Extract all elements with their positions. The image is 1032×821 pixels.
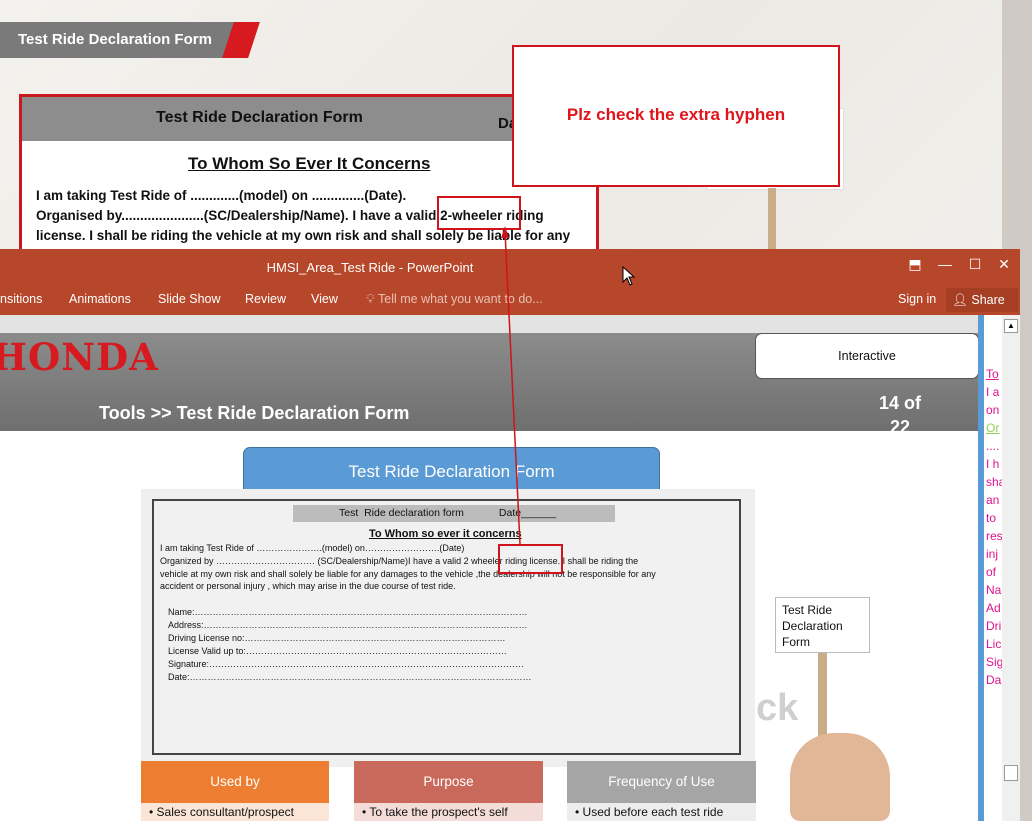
form-field-license: Driving License no:…………………………………………………………	[168, 633, 506, 643]
notes-line: Da	[986, 673, 1002, 687]
page-indicator: 14 of 22	[860, 391, 940, 439]
bg-form-line: I am taking Test Ride of .............(m…	[36, 188, 407, 203]
page-of: of	[904, 393, 922, 413]
purpose-body: • To take the prospect's self	[354, 803, 543, 821]
form-field-address: Address:………………………………………………………………………………………	[168, 620, 528, 630]
scroll-up-icon[interactable]: ▲	[1004, 319, 1018, 333]
notes-line: Lic	[986, 637, 1002, 651]
notes-line: an	[986, 493, 1000, 507]
ribbon-display-options-icon[interactable]: ⬒	[900, 249, 930, 279]
form-image-line: accident or personal injury , which may …	[160, 581, 456, 591]
form-field-date: Date:………………………………………………………………………………………………	[168, 672, 532, 682]
slide[interactable]: HONDA Tools >> Test Ride Declaration For…	[0, 333, 979, 821]
form-image: Test Ride declaration form Date______ To…	[152, 499, 741, 755]
maximize-icon[interactable]: ☐	[960, 249, 990, 279]
tab-review[interactable]: Review	[245, 292, 286, 306]
bg-form-line: license. I shall be riding the vehicle a…	[36, 228, 571, 243]
scroll-thumb[interactable]	[1004, 765, 1018, 781]
ribbon-tabs: nsitions Animations Slide Show Review Vi…	[0, 287, 1020, 315]
notes-line: Ad	[986, 601, 1001, 615]
bg-form-title: Test Ride Declaration Form	[156, 109, 363, 126]
mouse-cursor-icon	[622, 266, 636, 286]
notes-line: inj	[986, 547, 999, 561]
notes-scrollbar[interactable]: ▲	[1002, 315, 1020, 821]
form-field-name: Name:………………………………………………………………………………………………	[168, 607, 528, 617]
notes-line: Or	[986, 421, 1000, 435]
review-callout: Plz check the extra hyphen	[512, 45, 840, 187]
bg-title-text: Test Ride Declaration Form	[18, 31, 212, 48]
honda-logo: HONDA	[0, 335, 159, 379]
sign-in-link[interactable]: Sign in	[898, 292, 936, 306]
tell-me-search[interactable]: 💡︎ Tell me what you want to do...	[366, 292, 543, 307]
page-total: 22	[889, 417, 911, 437]
form-image-header: Test Ride declaration form Date______	[293, 505, 615, 522]
purpose-header: Purpose	[354, 761, 543, 803]
form-image-title: To Whom so ever it concerns	[369, 528, 522, 540]
notes-line: Na	[986, 583, 1002, 597]
notes-line: to	[986, 511, 997, 525]
form-field-signature: Signature:…………………………………………………………………………………	[168, 659, 525, 669]
bg-form-subtitle: To Whom So Ever It Concerns	[188, 154, 431, 173]
notes-line: ....	[986, 439, 1000, 453]
form-image-line: vehicle at my own risk and shall solely …	[160, 569, 656, 579]
bg-placard-stick	[768, 188, 776, 250]
form-image-line: Organized by …………………………… (SC/Dealership/…	[160, 556, 639, 566]
title-bar[interactable]: HMSI_Area_Test Ride - PowerPoint ⬒ — ☐ ✕	[0, 249, 1020, 287]
notes-line: 3.	[986, 319, 997, 333]
powerpoint-window: HMSI_Area_Test Ride - PowerPoint ⬒ — ☐ ✕…	[0, 249, 1020, 821]
frequency-header: Frequency of Use	[567, 761, 756, 803]
notes-line: To	[986, 367, 999, 381]
tab-view[interactable]: View	[311, 292, 338, 306]
page-current: 14	[878, 393, 899, 413]
slide-breadcrumb: Tools >> Test Ride Declaration Form	[99, 403, 410, 423]
notes-line: of	[986, 565, 997, 579]
notes-line: on	[986, 403, 1000, 417]
interactive-button[interactable]: Interactive	[755, 333, 979, 379]
notes-line: sha	[986, 475, 1002, 489]
share-label: Share	[971, 293, 1005, 307]
form-field-validity: License Valid up to:………………………………………………………	[168, 646, 507, 656]
tab-transitions[interactable]: nsitions	[0, 292, 42, 306]
notes-line: Up	[986, 337, 1002, 351]
used-by-body: • Sales consultant/prospect	[141, 803, 329, 821]
notes-line: I a	[986, 385, 1000, 399]
minimize-icon[interactable]: —	[930, 249, 960, 279]
close-icon[interactable]: ✕	[989, 249, 1019, 279]
callout-text: Plz check the extra hyphen	[566, 105, 786, 124]
notes-pane[interactable]: ▲ 3. Up To I a on Or.... I h sha an to res inj of Na A…	[978, 315, 1020, 821]
tab-animations[interactable]: Animations	[69, 292, 131, 306]
tab-slide-show[interactable]: Slide Show	[158, 292, 221, 306]
bg-hyphen-highlight-box	[437, 196, 521, 230]
notes-line: res	[986, 529, 1002, 543]
frequency-body: • Used before each test ride	[567, 803, 756, 821]
notes-line: Dri	[986, 619, 1002, 633]
lightbulb-icon: 💡︎	[366, 292, 375, 306]
hand-image	[790, 733, 890, 821]
share-button[interactable]: 👤︎ Share	[946, 288, 1018, 312]
notes-line: Sig	[986, 655, 1002, 669]
used-by-header: Used by	[141, 761, 329, 803]
notes-line: I h	[986, 457, 1000, 471]
tell-me-placeholder: Tell me what you want to do...	[378, 292, 543, 306]
faded-text: ck	[756, 687, 799, 729]
placard-sign: Test Ride Declaration Form	[775, 597, 870, 653]
person-icon: 👤︎	[952, 293, 968, 307]
form-image-header-text: Test Ride declaration form Date______	[339, 507, 557, 519]
hyphen-highlight-box	[498, 544, 563, 574]
form-image-line: I am taking Test Ride of ………………….(model)…	[160, 543, 465, 553]
